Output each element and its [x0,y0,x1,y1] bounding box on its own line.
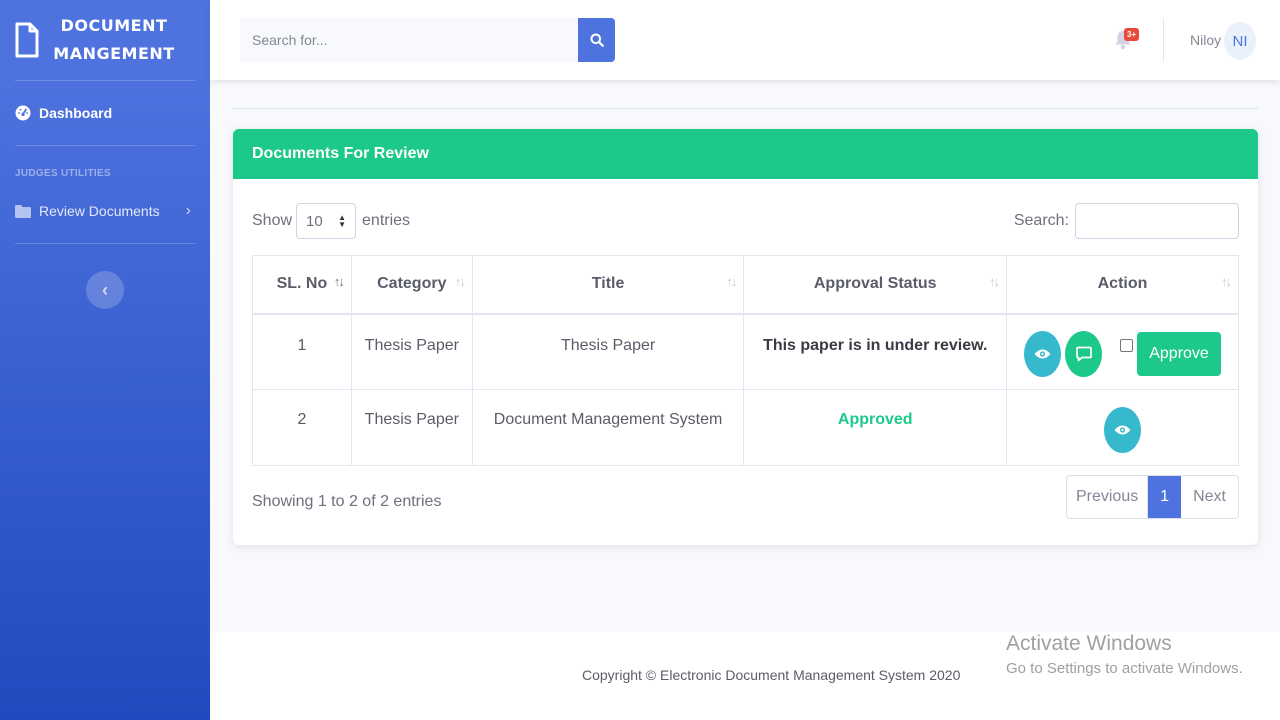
column-header-title[interactable]: Title ↑↓ [471,255,745,315]
topbar-search [240,18,615,62]
entries-label: entries [362,212,411,229]
pagination-page-1[interactable]: 1 [1148,476,1182,518]
watermark-title: Activate Windows [1006,632,1172,655]
view-button[interactable] [1104,406,1142,453]
show-label: Show [252,212,293,229]
cell-title: Thesis Paper [471,313,745,390]
approve-button[interactable]: Approve [1137,331,1221,376]
content-divider [233,108,1258,109]
pagination-next[interactable]: Next [1181,476,1238,518]
select-arrows-icon: ▲ ▼ [338,213,347,229]
search-icon [590,33,604,47]
approve-checkbox[interactable] [1120,339,1134,353]
file-icon [15,22,39,58]
column-label: Action [1097,275,1148,293]
column-label: Approval Status [813,275,937,293]
entries-value: 10 [306,212,323,230]
sidebar-item-label: Review Documents [39,203,160,219]
search-input[interactable] [240,18,578,62]
sort-icon: ↑↓ [726,274,737,289]
avatar[interactable]: NI [1224,22,1256,60]
activate-windows-watermark: Activate Windows Go to Settings to activ… [1006,632,1243,677]
cell-sl-no: 2 [252,389,352,466]
chevron-left-icon: ‹ [102,279,108,300]
view-button[interactable] [1024,330,1062,377]
cell-category: Thesis Paper [350,313,473,390]
sidebar-divider [15,243,195,244]
sidebar-brand[interactable]: DOCUMENT MANGEMENT [0,0,210,80]
search-button[interactable] [578,18,615,62]
pagination: Previous 1 Next [1066,475,1239,519]
sort-icon: ↑↓ [989,274,1000,289]
sidebar-toggle-button[interactable]: ‹ [86,271,124,309]
documents-card: Documents For Review Show 10 ▲ ▼ entries … [233,129,1258,545]
sidebar-item-label: Dashboard [39,105,113,121]
cell-sl-no: 1 [252,313,352,390]
cell-actions: Approve [1006,313,1239,390]
alert-count-badge: 3+ [1124,28,1140,41]
brand-line-2: MANGEMENT [53,44,175,63]
sort-icon: ↑↓ [454,274,466,289]
sidebar-item-dashboard[interactable]: Dashboard [0,81,210,145]
cell-category: Thesis Paper [350,389,473,466]
action-group [1007,403,1238,453]
pagination-previous[interactable]: Previous [1067,476,1149,518]
table-search-input[interactable] [1075,203,1239,239]
topbar-divider [1163,18,1164,62]
table-header-row: SL. No ↑↓ Category ↑↓ Title ↑↓ Approval Sta… [252,255,1239,315]
eye-icon [1034,349,1051,359]
sort-icon: ↑↓ [333,274,345,289]
brand-line-1: DOCUMENT [60,16,168,35]
topbar: 3+ Niloy NI [210,0,1280,80]
table-search-label: Search: [1013,212,1069,229]
sidebar-item-review-documents[interactable]: Review Documents › [0,189,210,233]
table-info: Showing 1 to 2 of 2 entries [252,493,442,510]
column-header-approval-status[interactable]: Approval Status ↑↓ [743,255,1008,315]
sidebar: DOCUMENT MANGEMENT Dashboard JUDGES UTIL… [0,0,210,720]
comment-icon [1075,346,1092,362]
action-group: Approve [1007,327,1238,377]
column-header-category[interactable]: Category ↑↓ [350,255,473,315]
table-row: 1 Thesis Paper Thesis Paper This paper i… [252,313,1239,390]
cell-actions [1006,389,1239,466]
column-header-action[interactable]: Action ↑↓ [1006,255,1239,315]
folder-icon [15,204,31,218]
watermark-subtitle: Go to Settings to activate Windows. [1006,660,1243,677]
table-row: 2 Thesis Paper Document Management Syste… [252,389,1239,466]
cell-status: This paper is in under review. [743,313,1008,390]
column-label: Category [377,275,447,293]
copyright-text: Copyright © Electronic Document Manageme… [582,667,961,683]
sort-icon: ↑↓ [1221,274,1232,289]
table-search-control: Search: [1014,203,1239,239]
tachometer-icon [15,105,31,121]
entries-length-control: Show 10 ▲ ▼ entries [252,203,410,239]
cell-title: Document Management System [471,389,745,466]
column-header-sl-no[interactable]: SL. No ↑↓ [252,255,352,315]
column-label: Title [591,275,625,293]
eye-icon [1114,425,1131,434]
documents-table: SL. No ↑↓ Category ↑↓ Title ↑↓ Approval Sta… [252,255,1239,466]
user-name[interactable]: Niloy [1190,32,1221,48]
card-title: Documents For Review [233,129,1258,179]
brand-title: DOCUMENT MANGEMENT [52,12,176,68]
sidebar-heading: JUDGES UTILITIES [15,168,111,179]
column-label: SL. No [276,275,328,293]
entries-select[interactable]: 10 ▲ ▼ [296,203,357,239]
chevron-right-icon: › [185,202,191,219]
cell-status: Approved [743,389,1008,466]
comment-button[interactable] [1065,330,1103,377]
